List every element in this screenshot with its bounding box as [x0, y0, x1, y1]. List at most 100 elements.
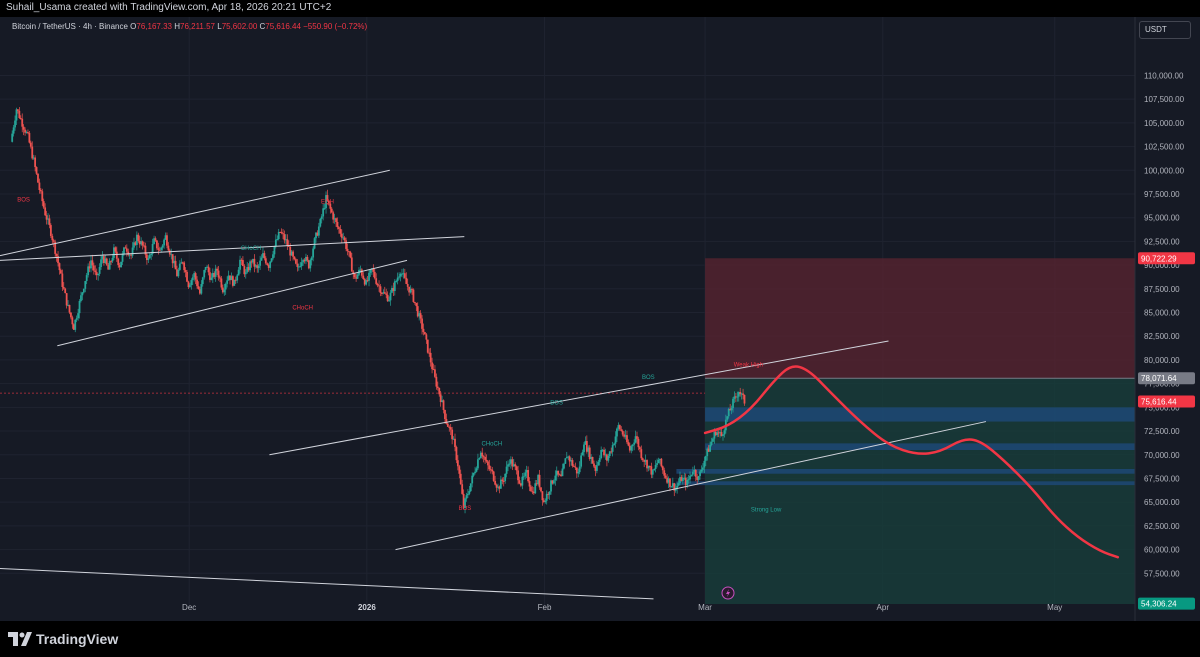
candle-body [345, 240, 347, 249]
candle-body [595, 464, 598, 471]
candle-body [459, 473, 462, 485]
candle-body [124, 247, 127, 249]
candle-body [362, 275, 365, 280]
candle-body [368, 272, 370, 281]
candle-body [487, 461, 489, 466]
candle-body [435, 376, 438, 387]
candle-body [306, 256, 309, 261]
candle-body [223, 289, 226, 293]
candle-body [712, 438, 714, 442]
chart-area[interactable]: BOS CHoCH CHoCH CHoCH BOS BOS BOS Weak High Stro… [0, 17, 1200, 621]
candle-body [386, 294, 389, 302]
smc-label: CHoCH [292, 306, 313, 312]
candle-body [561, 468, 564, 477]
candle-body [336, 221, 339, 228]
candle-body [55, 253, 58, 257]
candle-body [732, 398, 734, 409]
candle-body [474, 471, 476, 473]
candle-body [64, 288, 67, 294]
candle-body [11, 133, 14, 142]
candle-body [613, 443, 615, 446]
candle-body [709, 444, 711, 452]
candle-body [224, 283, 227, 290]
candle-body [461, 484, 464, 494]
candle-body [350, 257, 353, 272]
candle-body [626, 435, 628, 443]
price-badge-text: 75,616.44 [1141, 397, 1177, 406]
candle-body [456, 460, 459, 467]
candle-body [492, 471, 495, 481]
candle-body [150, 253, 153, 255]
candle-body [742, 393, 744, 395]
candle-body [545, 493, 548, 501]
candle-body [117, 258, 120, 266]
time-tick-label: May [1047, 603, 1062, 612]
candle-body [571, 460, 574, 466]
candle-body [491, 469, 494, 472]
candle-body [398, 276, 401, 278]
candle-body [580, 455, 583, 467]
candle-body [272, 254, 274, 259]
candle-body [49, 225, 52, 236]
candle-body [317, 226, 320, 236]
candle-body [280, 232, 283, 234]
candle-body [191, 277, 194, 281]
candle-body [438, 387, 441, 395]
candle-body [710, 441, 713, 445]
candle-body [340, 233, 343, 238]
candle-body [467, 493, 469, 496]
candle-body [299, 266, 302, 268]
candle-body [51, 235, 54, 241]
candle-body [481, 452, 484, 457]
candle-body [44, 207, 47, 216]
candle-body [518, 480, 521, 484]
order-block-zone [676, 468, 1135, 474]
candle-body [70, 312, 72, 318]
candle-body [689, 475, 691, 480]
candle-body [591, 456, 594, 464]
candle-body [494, 480, 497, 485]
candle-body [184, 270, 187, 272]
candle-body [313, 238, 316, 249]
price-badge-text: 90,722.29 [1141, 254, 1177, 263]
candle-body [451, 429, 454, 440]
price-tick-label: 97,500.00 [1144, 190, 1180, 199]
candle-body [343, 237, 346, 241]
symbol-legend: Bitcoin / TetherUS · 4h · Binance O76,16… [12, 22, 367, 31]
time-tick-label: Dec [182, 603, 196, 612]
candle-body [449, 427, 452, 430]
candle-body [335, 218, 337, 222]
currency-selector[interactable]: USDT [1139, 21, 1191, 39]
tradingview-logo[interactable]: TradingView [8, 629, 118, 649]
candle-body [264, 258, 267, 264]
candle-body [157, 248, 160, 250]
candle-body [239, 259, 241, 270]
candle-body [633, 442, 636, 445]
candle-body [637, 438, 640, 448]
candlestick-chart[interactable]: BOS CHoCH CHoCH CHoCH BOS BOS BOS Weak High Stro… [0, 17, 1200, 621]
candle-body [690, 474, 693, 476]
candle-body [323, 208, 326, 210]
candle-body [504, 473, 507, 482]
candle-body [29, 142, 32, 147]
candle-body [548, 491, 551, 495]
candle-body [654, 464, 657, 469]
change-value: −550.90 (−0.72%) [303, 22, 368, 31]
symbol-name: Bitcoin / TetherUS · 4h · Binance [12, 22, 128, 31]
candle-body [475, 468, 478, 472]
candle-body [41, 191, 44, 202]
time-tick-label: Feb [538, 603, 552, 612]
candle-body [131, 247, 134, 256]
candle-body [75, 318, 78, 320]
candle-body [369, 269, 372, 273]
candle-body [515, 466, 518, 471]
price-tick-label: 105,000.00 [1144, 119, 1185, 128]
candle-body [378, 285, 380, 287]
candle-body [630, 446, 633, 451]
time-tick-label: Apr [877, 603, 890, 612]
candle-body [726, 416, 729, 420]
price-tick-label: 92,500.00 [1144, 237, 1180, 246]
candle-body [282, 233, 284, 235]
candle-body [611, 445, 614, 452]
candle-body [431, 362, 433, 370]
